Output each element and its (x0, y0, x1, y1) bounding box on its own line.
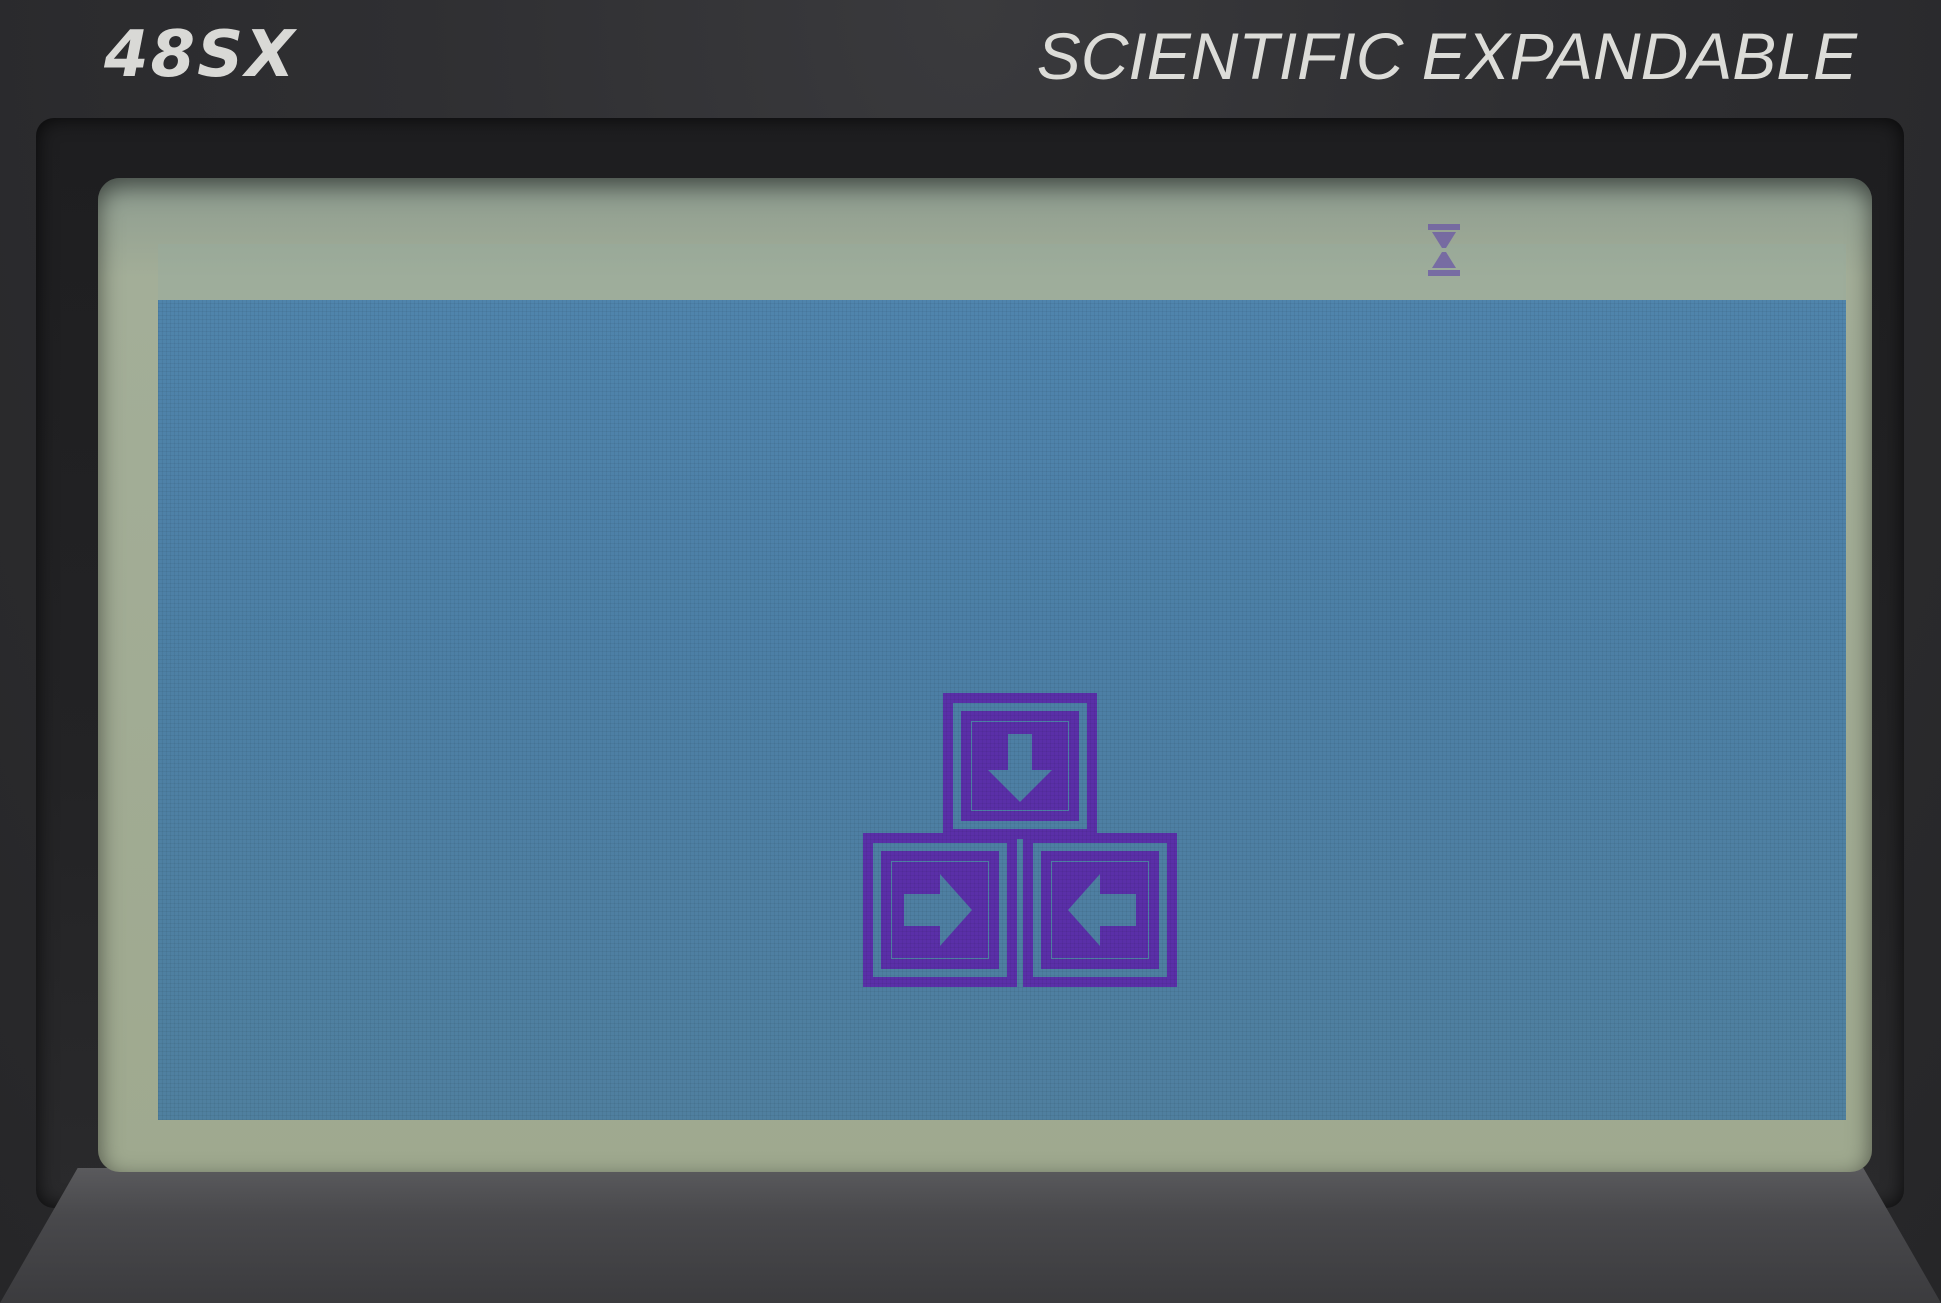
device-tagline: SCIENTIFIC EXPANDABLE (1036, 19, 1857, 93)
model-label: 48SX (104, 18, 297, 92)
graphics-screen (158, 300, 1846, 1120)
lcd-display (98, 178, 1872, 1172)
bezel-bottom-edge (0, 1168, 1941, 1303)
status-annunciator-bar (158, 244, 1846, 300)
calculator-device: 48SX SCIENTIFIC EXPANDABLE (0, 0, 1941, 1303)
three-arrow-boxes-logo-icon (863, 693, 1177, 987)
hourglass-busy-icon (1428, 224, 1460, 276)
